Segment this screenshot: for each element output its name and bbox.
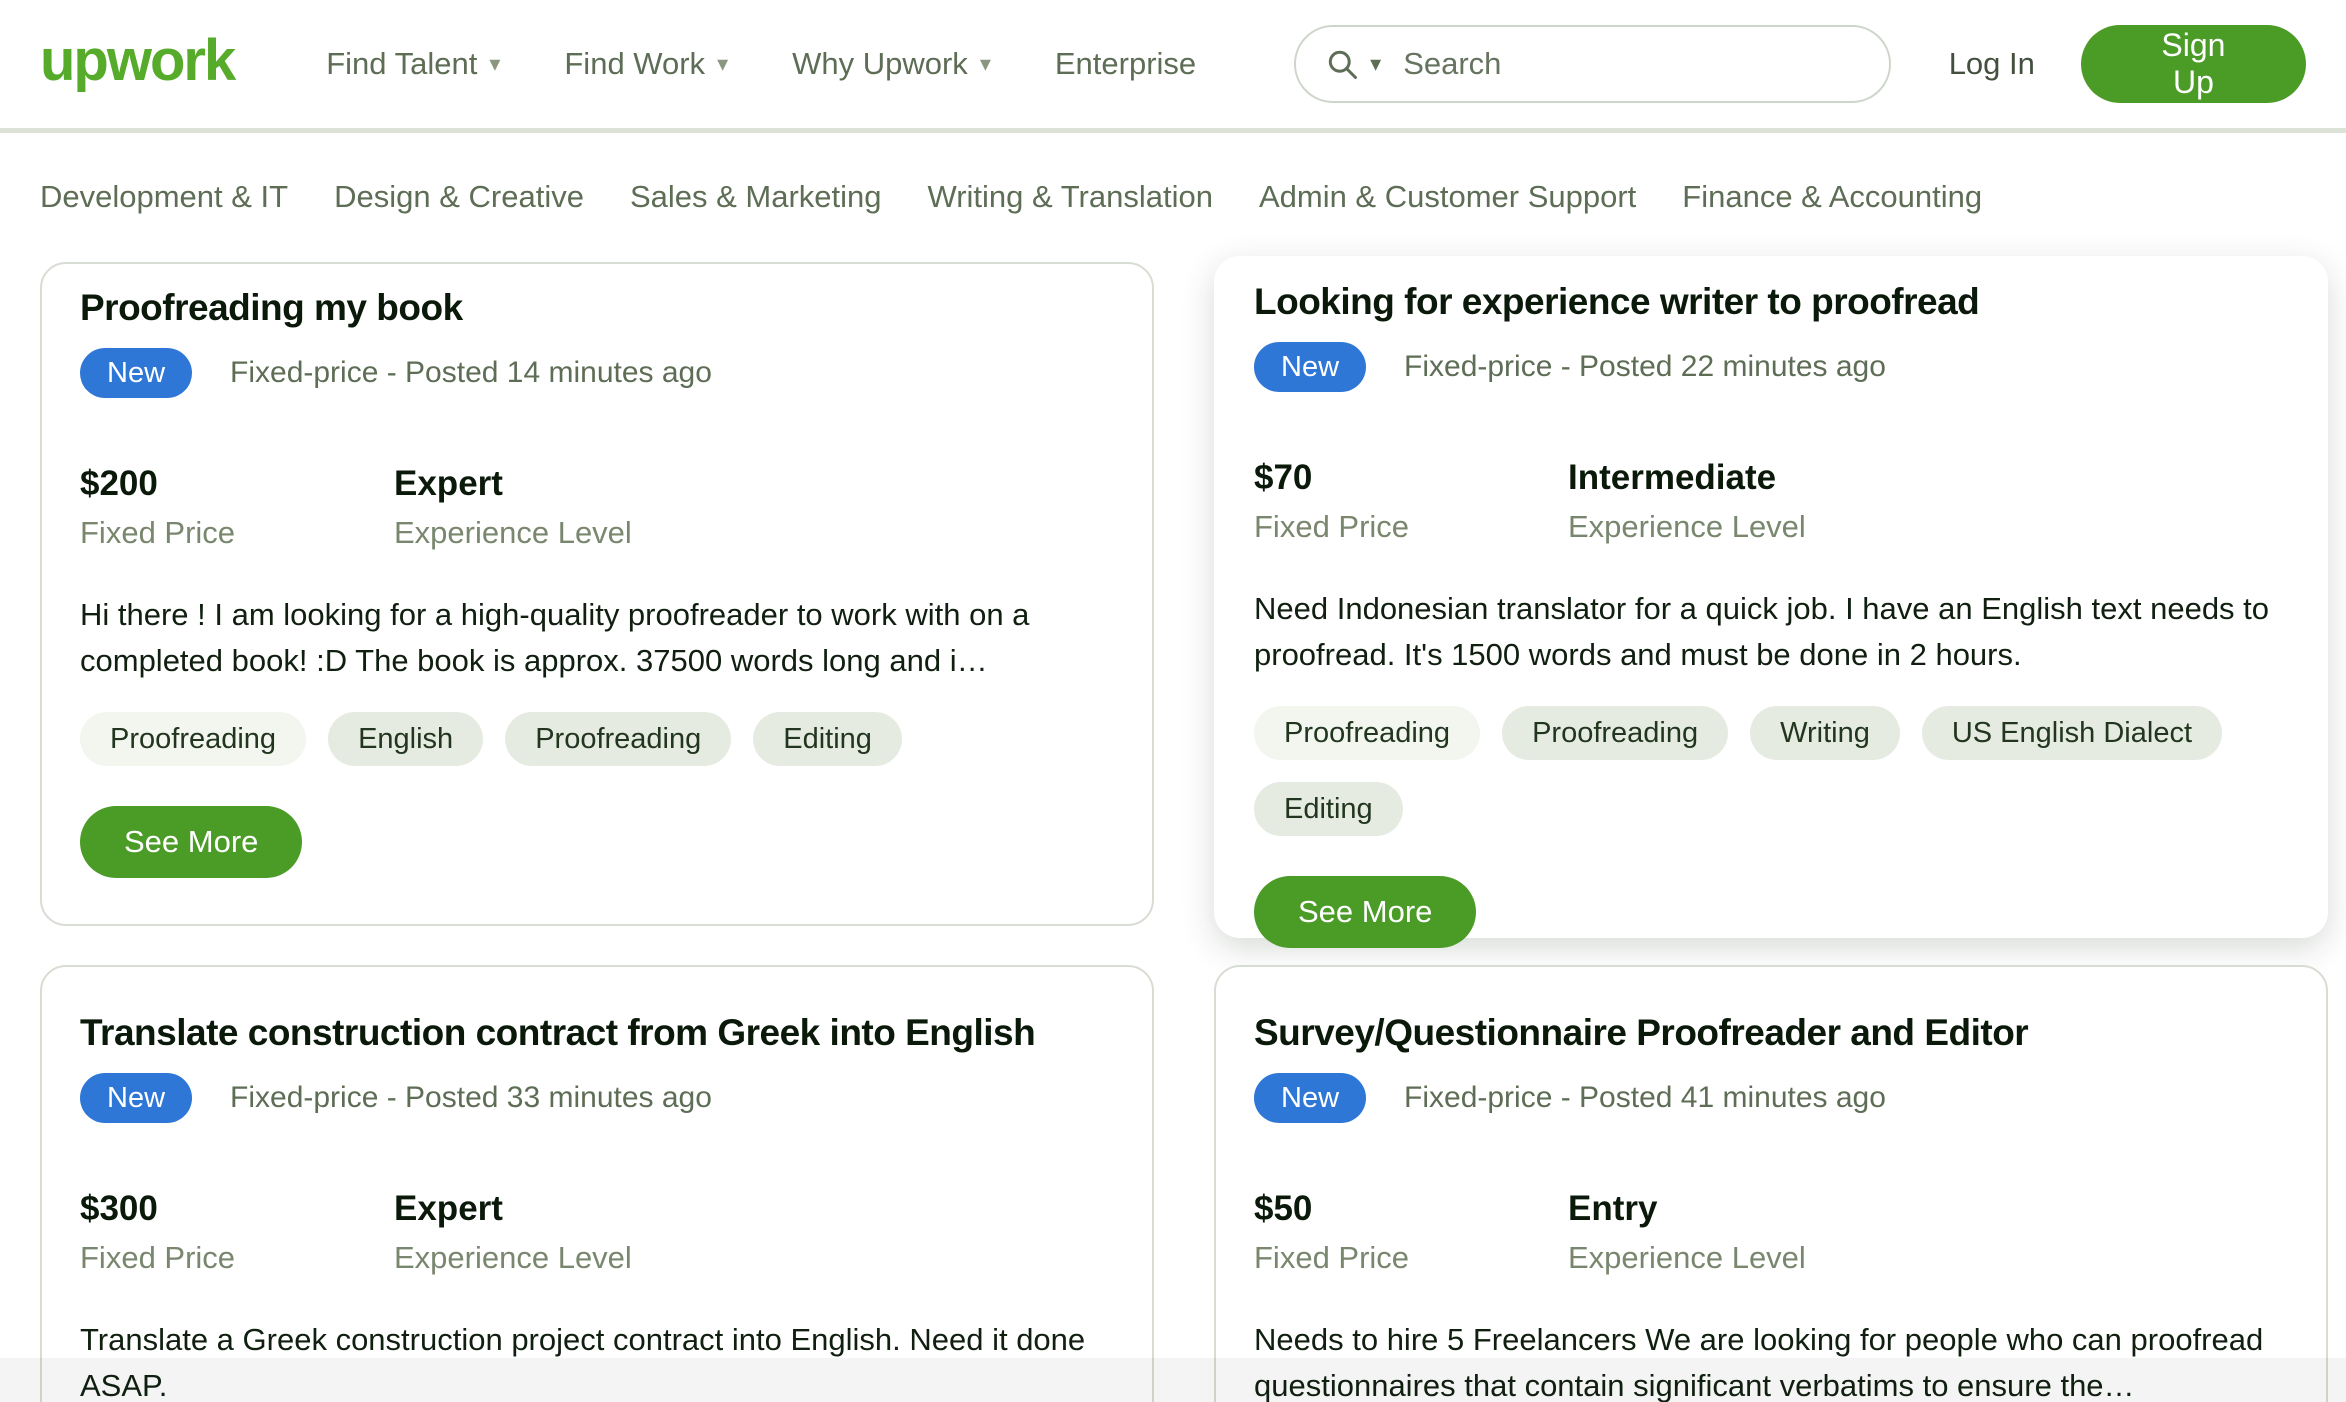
price-value: $50 <box>1254 1189 1568 1229</box>
badge-row: New Fixed-price - Posted 41 minutes ago <box>1254 1073 2288 1123</box>
main-nav: Find Talent ▾ Find Work ▾ Why Upwork ▾ E… <box>326 46 1196 82</box>
search-input[interactable] <box>1401 45 1860 83</box>
category-item-finance-accounting[interactable]: Finance & Accounting <box>1682 179 1982 215</box>
chevron-down-icon: ▾ <box>717 53 728 75</box>
see-more-button[interactable]: See More <box>1254 876 1476 948</box>
skill-tag: Proofreading <box>1254 706 1480 760</box>
job-facts: $200 Fixed Price Expert Experience Level <box>80 464 1114 552</box>
badge-row: New Fixed-price - Posted 22 minutes ago <box>1254 342 2288 392</box>
price-label: Fixed Price <box>80 1239 394 1277</box>
job-title[interactable]: Looking for experience writer to proofre… <box>1254 280 2288 324</box>
job-description: Needs to hire 5 Freelancers We are looki… <box>1254 1317 2274 1402</box>
price-value: $200 <box>80 464 394 504</box>
experience-label: Experience Level <box>1568 1239 1806 1277</box>
skill-tag: English <box>328 712 483 766</box>
experience-value: Expert <box>394 464 632 504</box>
nav-item-enterprise[interactable]: Enterprise <box>1055 46 1196 82</box>
category-item-writing-translation[interactable]: Writing & Translation <box>928 179 1213 215</box>
chevron-down-icon: ▾ <box>489 53 500 75</box>
job-meta: Fixed-price - Posted 33 minutes ago <box>230 1081 712 1115</box>
experience-value: Expert <box>394 1189 632 1229</box>
upwork-logo[interactable]: upwork <box>40 32 234 96</box>
skill-tag: Proofreading <box>505 712 731 766</box>
nav-item-find-talent[interactable]: Find Talent ▾ <box>326 46 500 82</box>
job-card[interactable]: Looking for experience writer to proofre… <box>1214 256 2328 938</box>
badge-row: New Fixed-price - Posted 14 minutes ago <box>80 348 1114 398</box>
skill-tag: Proofreading <box>1502 706 1728 760</box>
see-more-button[interactable]: See More <box>80 806 302 878</box>
job-card[interactable]: Translate construction contract from Gre… <box>40 965 1154 1402</box>
job-description: Hi there ! I am looking for a high-quali… <box>80 592 1100 684</box>
price-label: Fixed Price <box>1254 1239 1568 1277</box>
job-title[interactable]: Proofreading my book <box>80 286 1114 330</box>
skill-tags: Proofreading Proofreading Writing US Eng… <box>1254 706 2288 836</box>
new-badge: New <box>80 348 192 398</box>
login-link[interactable]: Log In <box>1949 46 2035 82</box>
experience-value: Entry <box>1568 1189 1806 1229</box>
nav-item-why-upwork[interactable]: Why Upwork ▾ <box>792 46 991 82</box>
job-facts: $50 Fixed Price Entry Experience Level <box>1254 1189 2288 1277</box>
job-card[interactable]: Survey/Questionnaire Proofreader and Edi… <box>1214 965 2328 1402</box>
search-icon <box>1324 46 1360 82</box>
skill-tag: Writing <box>1750 706 1900 760</box>
job-description: Need Indonesian translator for a quick j… <box>1254 586 2274 678</box>
job-title[interactable]: Translate construction contract from Gre… <box>80 1011 1114 1055</box>
search-scope-selector[interactable]: ▾ <box>1324 46 1381 82</box>
category-item-development-it[interactable]: Development & IT <box>40 179 288 215</box>
category-item-sales-marketing[interactable]: Sales & Marketing <box>630 179 882 215</box>
header: upwork Find Talent ▾ Find Work ▾ Why Upw… <box>0 0 2346 128</box>
job-card[interactable]: Proofreading my book New Fixed-price - P… <box>40 262 1154 926</box>
badge-row: New Fixed-price - Posted 33 minutes ago <box>80 1073 1114 1123</box>
price-value: $70 <box>1254 458 1568 498</box>
upwork-job-feed-page: upwork Find Talent ▾ Find Work ▾ Why Upw… <box>0 0 2346 1402</box>
job-meta: Fixed-price - Posted 14 minutes ago <box>230 356 712 390</box>
job-facts: $70 Fixed Price Intermediate Experience … <box>1254 458 2288 546</box>
price-label: Fixed Price <box>1254 508 1568 546</box>
skill-tag: Editing <box>1254 782 1403 836</box>
experience-label: Experience Level <box>394 1239 632 1277</box>
chevron-down-icon: ▾ <box>1370 53 1381 75</box>
category-item-admin-customer-support[interactable]: Admin & Customer Support <box>1259 179 1636 215</box>
experience-label: Experience Level <box>394 514 632 552</box>
category-item-design-creative[interactable]: Design & Creative <box>334 179 584 215</box>
category-nav: Development & IT Design & Creative Sales… <box>0 133 2346 215</box>
signup-button[interactable]: Sign Up <box>2081 25 2306 103</box>
search-bar[interactable]: ▾ <box>1294 25 1891 103</box>
skill-tags: Proofreading English Proofreading Editin… <box>80 712 1114 766</box>
job-description: Translate a Greek construction project c… <box>80 1317 1100 1402</box>
job-title[interactable]: Survey/Questionnaire Proofreader and Edi… <box>1254 1011 2288 1055</box>
skill-tag: Proofreading <box>80 712 306 766</box>
skill-tag: Editing <box>753 712 902 766</box>
experience-value: Intermediate <box>1568 458 1806 498</box>
experience-label: Experience Level <box>1568 508 1806 546</box>
price-value: $300 <box>80 1189 394 1229</box>
new-badge: New <box>1254 342 1366 392</box>
chevron-down-icon: ▾ <box>980 53 991 75</box>
job-facts: $300 Fixed Price Expert Experience Level <box>80 1189 1114 1277</box>
new-badge: New <box>1254 1073 1366 1123</box>
skill-tag: US English Dialect <box>1922 706 2222 760</box>
price-label: Fixed Price <box>80 514 394 552</box>
job-meta: Fixed-price - Posted 22 minutes ago <box>1404 350 1886 384</box>
job-meta: Fixed-price - Posted 41 minutes ago <box>1404 1081 1886 1115</box>
new-badge: New <box>80 1073 192 1123</box>
nav-item-find-work[interactable]: Find Work ▾ <box>564 46 728 82</box>
